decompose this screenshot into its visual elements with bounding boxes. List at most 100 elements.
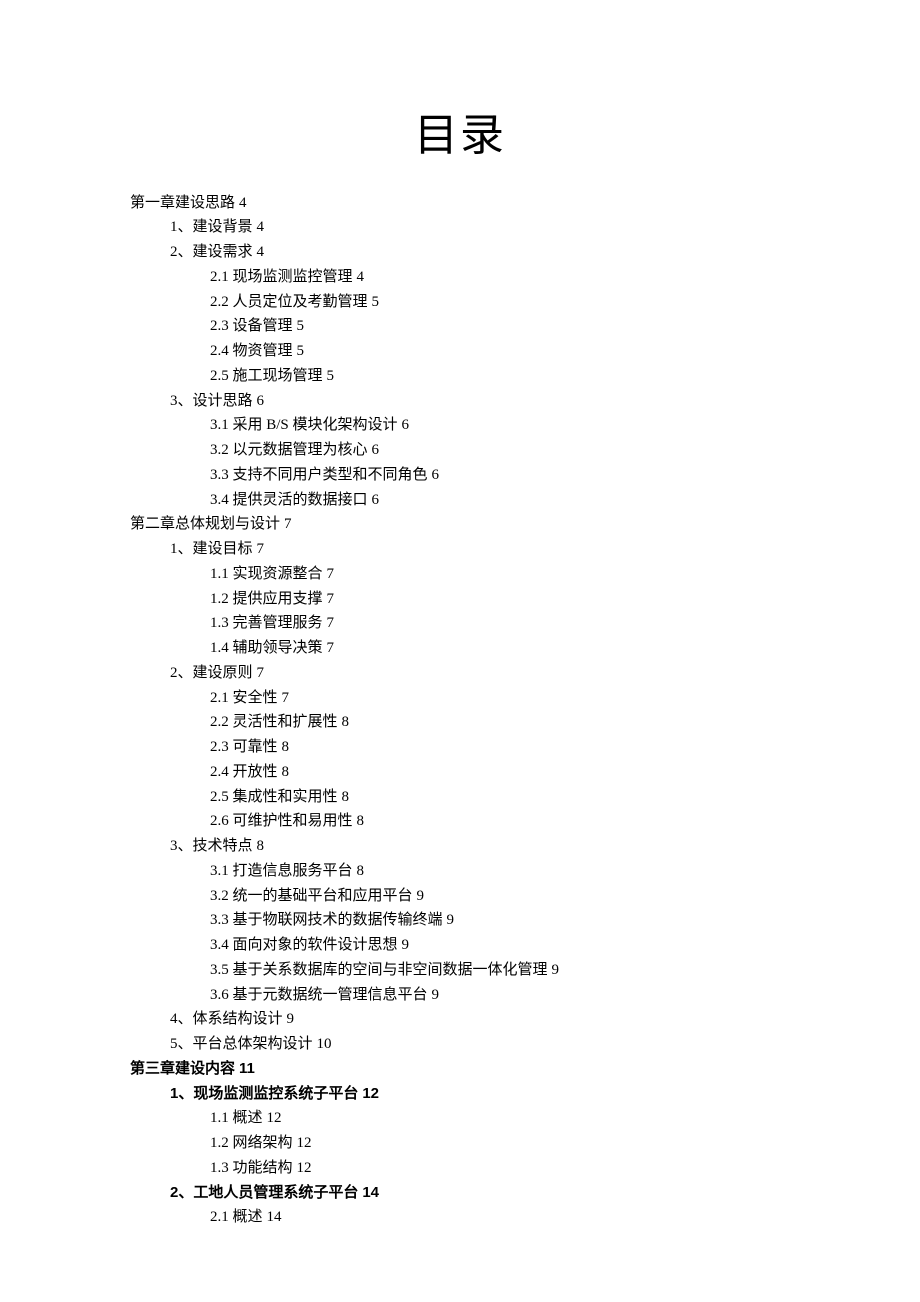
toc-entry-page: 5 [372,294,380,310]
toc-entry-text: 第一章建设思路 [130,195,235,211]
toc-entry-text: 1.2 提供应用支撑 [210,591,323,607]
toc-entry-text: 2.6 可维护性和易用性 [210,813,353,829]
toc-entry-text: 3.2 统一的基础平台和应用平台 [210,888,413,904]
toc-entry-page: 8 [342,714,350,730]
toc-entry: 第三章建设内容11 [130,1057,790,1082]
toc-entry: 2.3 设备管理5 [210,314,790,339]
toc-entry-page: 9 [432,987,440,1003]
toc-entry-text: 2、建设需求 [170,244,253,260]
toc-entry: 1.2 提供应用支撑7 [210,587,790,612]
toc-entry: 3.4 面向对象的软件设计思想9 [210,933,790,958]
toc-entry: 1.1 概述12 [210,1106,790,1131]
toc-entry-text: 3.5 基于关系数据库的空间与非空间数据一体化管理 [210,962,548,978]
toc-entry-text: 3.6 基于元数据统一管理信息平台 [210,987,428,1003]
toc-entry: 3.2 统一的基础平台和应用平台9 [210,884,790,909]
toc-entry-page: 7 [327,640,335,656]
toc-entry-page: 7 [327,566,335,582]
toc-entry: 3、设计思路6 [170,389,790,414]
toc-entry: 3.5 基于关系数据库的空间与非空间数据一体化管理9 [210,958,790,983]
toc-entry-text: 2.1 现场监测监控管理 [210,269,353,285]
toc-entry-page: 7 [282,690,290,706]
toc-entry-text: 1.3 完善管理服务 [210,615,323,631]
toc-entry-text: 3.3 基于物联网技术的数据传输终端 [210,912,443,928]
toc-entry-page: 6 [257,393,265,409]
toc-entry-page: 8 [342,789,350,805]
toc-entry: 1、建设目标7 [170,537,790,562]
toc-entry-page: 9 [552,962,560,978]
toc-entry: 2.1 安全性7 [210,686,790,711]
toc-entry-page: 9 [417,888,425,904]
toc-entry: 2.6 可维护性和易用性8 [210,809,790,834]
toc-entry: 1.2 网络架构12 [210,1131,790,1156]
toc-entry: 5、平台总体架构设计10 [170,1032,790,1057]
toc-entry-text: 第二章总体规划与设计 [130,516,280,532]
toc-entry: 2.3 可靠性8 [210,735,790,760]
toc-entry-page: 9 [287,1011,295,1027]
toc-entry-page: 9 [447,912,455,928]
toc-entry: 第一章建设思路4 [130,191,790,216]
toc-entry: 3.4 提供灵活的数据接口6 [210,488,790,513]
toc-entry-text: 2、建设原则 [170,665,253,681]
toc-entry-text: 第三章建设内容 [130,1060,235,1077]
toc-entry: 2.1 现场监测监控管理4 [210,265,790,290]
toc-entry-page: 8 [357,813,365,829]
toc-entry-text: 3、设计思路 [170,393,253,409]
toc-entry-text: 3.1 采用 B/S 模块化架构设计 [210,417,398,433]
toc-entry: 3.1 打造信息服务平台8 [210,859,790,884]
toc-entry-page: 7 [327,591,335,607]
toc-entry-text: 2.2 灵活性和扩展性 [210,714,338,730]
toc-entry-text: 1.2 网络架构 [210,1135,293,1151]
toc-entry-page: 4 [357,269,365,285]
toc-entry-text: 2.2 人员定位及考勤管理 [210,294,368,310]
toc-entry: 2.2 灵活性和扩展性8 [210,710,790,735]
toc-entry: 3.6 基于元数据统一管理信息平台9 [210,983,790,1008]
toc-entry-text: 3.2 以元数据管理为核心 [210,442,368,458]
toc-entry-text: 3.4 提供灵活的数据接口 [210,492,368,508]
toc-entry-page: 8 [257,838,265,854]
toc-entry-text: 5、平台总体架构设计 [170,1036,313,1052]
toc-entry-text: 3、技术特点 [170,838,253,854]
toc-entry: 2.5 施工现场管理5 [210,364,790,389]
toc-entry: 2.1 概述14 [210,1205,790,1230]
toc-entry-page: 7 [257,541,265,557]
toc-entry-text: 1.1 实现资源整合 [210,566,323,582]
toc-entry-text: 1、现场监测监控系统子平台 [170,1085,358,1102]
toc-entry-text: 2.5 施工现场管理 [210,368,323,384]
toc-entry-page: 12 [297,1135,312,1151]
toc-entry-text: 1、建设目标 [170,541,253,557]
toc-entry-page: 12 [362,1085,379,1102]
toc-entry-text: 2.5 集成性和实用性 [210,789,338,805]
toc-entry-page: 7 [257,665,265,681]
toc-entry: 2.4 开放性8 [210,760,790,785]
toc-entry-page: 4 [257,219,265,235]
toc-entry-page: 14 [362,1184,379,1201]
toc-entry: 3、技术特点8 [170,834,790,859]
toc-entry: 1.4 辅助领导决策7 [210,636,790,661]
toc-entry-page: 6 [432,467,440,483]
toc-entry-page: 9 [402,937,410,953]
toc-entry-page: 4 [239,195,247,211]
toc-entry: 2、建设原则7 [170,661,790,686]
toc-entry: 1、现场监测监控系统子平台12 [170,1082,790,1107]
toc-entry-text: 2.4 开放性 [210,764,278,780]
toc-entry: 3.1 采用 B/S 模块化架构设计6 [210,413,790,438]
toc-entry-page: 4 [257,244,265,260]
toc-entry-text: 3.3 支持不同用户类型和不同角色 [210,467,428,483]
toc-entry-text: 3.4 面向对象的软件设计思想 [210,937,398,953]
toc-entry-page: 12 [297,1160,312,1176]
toc-entry-text: 4、体系结构设计 [170,1011,283,1027]
toc-entry-text: 1.1 概述 [210,1110,263,1126]
toc-entry-page: 8 [282,764,290,780]
toc-entry: 1.1 实现资源整合7 [210,562,790,587]
toc-entry-text: 2.4 物资管理 [210,343,293,359]
toc-entry: 2、工地人员管理系统子平台14 [170,1181,790,1206]
toc-entry: 3.3 支持不同用户类型和不同角色6 [210,463,790,488]
toc-entry-page: 6 [372,442,380,458]
toc-entry: 4、体系结构设计9 [170,1007,790,1032]
toc-entry-text: 2.1 概述 [210,1209,263,1225]
toc-entry-text: 2、工地人员管理系统子平台 [170,1184,358,1201]
toc-entry-page: 7 [284,516,292,532]
toc-entry-page: 6 [402,417,410,433]
toc-entry: 3.2 以元数据管理为核心6 [210,438,790,463]
toc-entry-text: 1.3 功能结构 [210,1160,293,1176]
